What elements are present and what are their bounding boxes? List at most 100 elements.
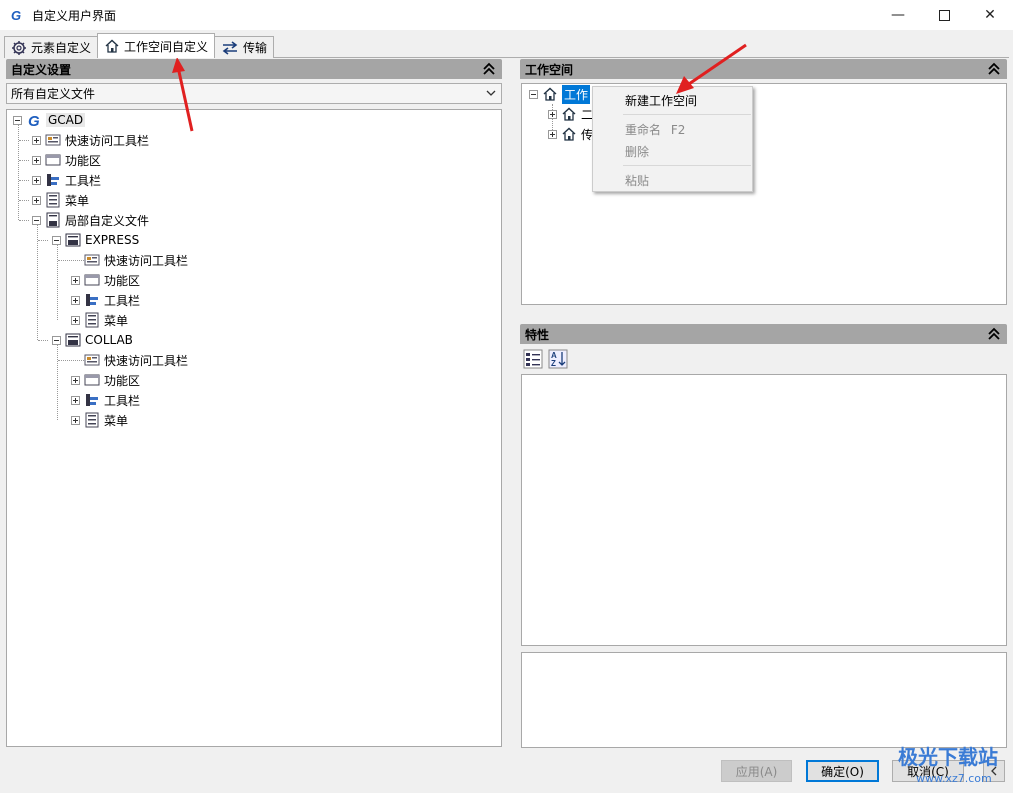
svg-text:G: G [28,113,40,128]
cui-file-icon [65,333,81,347]
menu-item-paste[interactable]: 粘贴 [625,172,649,189]
context-menu: 新建工作空间 重命名 F2 删除 粘贴 [592,86,753,192]
tree-node-label: 快速访问工具栏 [104,353,189,368]
annotation-arrow-icon [676,43,747,94]
close-button[interactable]: ✕ [967,0,1013,30]
sort-alphabetical-icon[interactable]: A Z [548,349,568,369]
collapse-toggle[interactable] [52,335,61,345]
tree-node-row[interactable]: 菜单 [71,410,128,430]
customization-file-select[interactable]: 所有自定义文件 [6,83,502,104]
properties-header: 特性 [520,324,1007,344]
menu-item-delete[interactable]: 删除 [625,143,649,160]
gcad-app-icon: G [11,8,21,22]
menu-icon [46,192,60,208]
ribbon-icon [45,154,61,166]
tree-node-label: EXPRESS [85,233,140,247]
collapse-toggle[interactable] [529,89,538,99]
tree-node-label: 工具栏 [65,173,102,188]
tab-strip: 元素自定义 工作空间自定义 传输 [4,33,275,58]
collapse-chevron-icon[interactable] [987,61,1001,77]
expand-toggle[interactable] [71,275,80,285]
collapse-chevron-icon[interactable] [482,61,496,77]
panel-title: 特性 [525,327,550,342]
workspace-item-row[interactable]: 二 [548,104,593,124]
tree-node-row[interactable]: 功能区 [32,150,101,170]
toolbar-icon [47,174,59,186]
maximize-icon [938,9,950,21]
tree-node-row[interactable]: 快速访问工具栏 [32,130,149,150]
properties-grid[interactable] [521,374,1007,646]
ribbon-icon [84,374,100,386]
apply-button[interactable]: 应用(A) [721,760,792,782]
watermark-brand: 极光下载站 [898,745,998,769]
tree-node-row[interactable]: 菜单 [71,310,128,330]
menu-icon [85,312,99,328]
partial-cui-icon [46,212,60,228]
expand-toggle[interactable] [548,129,557,139]
tree-node-row[interactable]: 局部自定义文件 [32,210,149,230]
collapse-toggle[interactable] [52,235,61,245]
minimize-button[interactable]: — [875,0,921,30]
expand-toggle[interactable] [32,155,41,165]
home-icon [543,87,557,101]
tab-workspace-customize[interactable]: 工作空间自定义 [97,33,216,58]
tree-node-label: 菜单 [65,193,90,208]
menu-icon [85,412,99,428]
tab-element-customize[interactable]: 元素自定义 [4,36,99,58]
expand-toggle[interactable] [71,295,80,305]
expand-toggle[interactable] [71,395,80,405]
collapse-toggle[interactable] [13,115,22,125]
tree-node-label: 快速访问工具栏 [65,133,150,148]
tree-node-label: GCAD [46,113,86,127]
expand-toggle[interactable] [548,109,557,119]
tab-label: 传输 [243,41,268,55]
categorized-view-icon[interactable] [523,349,543,369]
svg-text:G: G [11,8,21,22]
collapse-chevron-icon[interactable] [987,326,1001,342]
chevron-down-icon [486,90,496,96]
maximize-button[interactable] [921,0,967,30]
tree-node-label: COLLAB [85,333,133,347]
tree-node-row[interactable]: EXPRESS [52,230,139,250]
tree-node-label: 快速访问工具栏 [104,253,189,268]
tree-node-row[interactable]: 功能区 [71,270,140,290]
expand-toggle[interactable] [71,415,80,425]
menu-item-label: 重命名 [625,123,662,137]
tree-node-label: 局部自定义文件 [65,213,150,228]
quick-access-icon [84,354,100,366]
expand-toggle[interactable] [71,315,80,325]
menu-item-shortcut: F2 [670,123,686,137]
tree-node-label: 功能区 [104,373,141,388]
tree-node-row[interactable]: 工具栏 [71,290,140,310]
toolbar-icon [86,294,98,306]
tree-node-row[interactable]: 菜单 [32,190,89,210]
menu-item-rename[interactable]: 重命名 F2 [625,121,685,138]
tree-node-row[interactable]: 工具栏 [32,170,101,190]
tab-transfer[interactable]: 传输 [214,36,275,58]
tree-node-label: 菜单 [104,313,129,328]
tree-node-row[interactable]: G GCAD [13,110,86,130]
expand-toggle[interactable] [32,195,41,205]
tree-node-row[interactable]: 快速访问工具栏 [71,350,188,370]
workspace-item-row[interactable]: 传 [548,124,593,144]
tree-node-row[interactable]: 工具栏 [71,390,140,410]
home-icon [105,39,119,53]
expand-toggle[interactable] [32,175,41,185]
watermark-site: www.xz7.com [916,772,992,785]
expand-toggle[interactable] [71,375,80,385]
workspace-root-row[interactable]: 工作 [529,84,591,104]
quick-access-icon [84,254,100,266]
tree-node-row[interactable]: 功能区 [71,370,140,390]
tree-node-row[interactable]: COLLAB [52,330,133,350]
expand-toggle[interactable] [32,135,41,145]
description-box [521,652,1007,748]
collapse-toggle[interactable] [32,215,41,225]
quick-access-icon [45,134,61,146]
ok-button[interactable]: 确定(O) [806,760,879,782]
ribbon-icon [84,274,100,286]
window-title: 自定义用户界面 [32,8,117,23]
tree-node-label: 功能区 [104,273,141,288]
tree-node-label: 工具栏 [104,293,141,308]
tree-node-row[interactable]: 快速访问工具栏 [71,250,188,270]
tree-node-label: 功能区 [65,153,102,168]
